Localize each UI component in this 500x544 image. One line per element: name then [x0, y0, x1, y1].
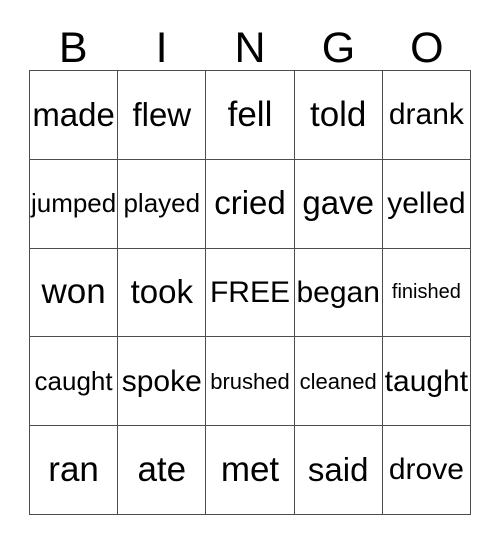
bingo-cell-label: played: [123, 188, 201, 219]
bingo-grid: made flew fell told drank jumped played cried ga…: [29, 70, 471, 515]
bingo-cell-label: cried: [214, 184, 286, 222]
bingo-cell[interactable]: spoke: [118, 337, 207, 427]
bingo-cell-label: caught: [34, 365, 113, 396]
bingo-cell-label: took: [130, 273, 193, 311]
bingo-cell-label: won: [41, 272, 106, 312]
bingo-cell-label: said: [307, 450, 369, 488]
bingo-cell-label: drank: [388, 98, 464, 132]
bingo-cell[interactable]: gave: [294, 159, 383, 249]
bingo-cell-label: began: [296, 275, 380, 309]
bingo-cell-label: spoke: [121, 364, 202, 398]
bingo-cell[interactable]: taught: [382, 337, 471, 427]
bingo-cell-label: ate: [137, 449, 187, 489]
bingo-cell[interactable]: yelled: [382, 159, 471, 249]
bingo-cell[interactable]: met: [206, 426, 295, 515]
bingo-header-letter-g: G: [321, 24, 356, 72]
bingo-card: BINGO made flew fell told drank jumped played c…: [0, 0, 500, 544]
bingo-cell-label: yelled: [387, 186, 466, 220]
bingo-cell-label: told: [309, 94, 367, 134]
bingo-cell[interactable]: ate: [118, 426, 207, 515]
bingo-cell-label: fell: [227, 94, 273, 134]
bingo-cell[interactable]: finished: [382, 248, 471, 338]
bingo-cell-label: gave: [302, 184, 374, 222]
bingo-cell-label: made: [32, 95, 115, 133]
bingo-header-letter-n: N: [234, 24, 266, 72]
bingo-cell-label: flew: [132, 95, 192, 133]
bingo-cell-label: brushed: [210, 368, 290, 394]
bingo-cell-label: drove: [388, 453, 464, 487]
bingo-cell[interactable]: won: [30, 248, 119, 338]
bingo-cell-label: met: [220, 449, 280, 489]
bingo-cell[interactable]: flew: [118, 71, 207, 160]
bingo-cell-label: taught: [384, 364, 469, 398]
bingo-cell[interactable]: played: [118, 159, 207, 249]
bingo-header: BINGO: [29, 18, 471, 70]
bingo-header-letter-i: I: [155, 24, 168, 72]
bingo-cell[interactable]: began: [294, 248, 383, 338]
bingo-cell[interactable]: drank: [382, 71, 471, 160]
bingo-cell[interactable]: caught: [30, 337, 119, 427]
bingo-cell[interactable]: fell: [206, 71, 295, 160]
bingo-cell[interactable]: cleaned: [294, 337, 383, 427]
bingo-free-space[interactable]: FREE: [206, 248, 295, 338]
bingo-cell[interactable]: took: [118, 248, 207, 338]
bingo-header-letter-b: B: [58, 24, 88, 72]
bingo-cell[interactable]: said: [294, 426, 383, 515]
bingo-cell[interactable]: made: [30, 71, 119, 160]
bingo-cell[interactable]: drove: [382, 426, 471, 515]
bingo-cell-label: FREE: [209, 275, 290, 309]
bingo-cell[interactable]: brushed: [206, 337, 295, 427]
bingo-cell-label: ran: [48, 449, 99, 489]
bingo-cell[interactable]: told: [294, 71, 383, 160]
bingo-cell-label: cleaned: [299, 368, 377, 394]
bingo-cell[interactable]: ran: [30, 426, 119, 515]
bingo-header-letter-o: O: [410, 24, 444, 72]
bingo-cell[interactable]: jumped: [30, 159, 119, 249]
bingo-cell[interactable]: cried: [206, 159, 295, 249]
bingo-cell-label: finished: [391, 280, 461, 303]
bingo-cell-label: jumped: [30, 188, 117, 219]
